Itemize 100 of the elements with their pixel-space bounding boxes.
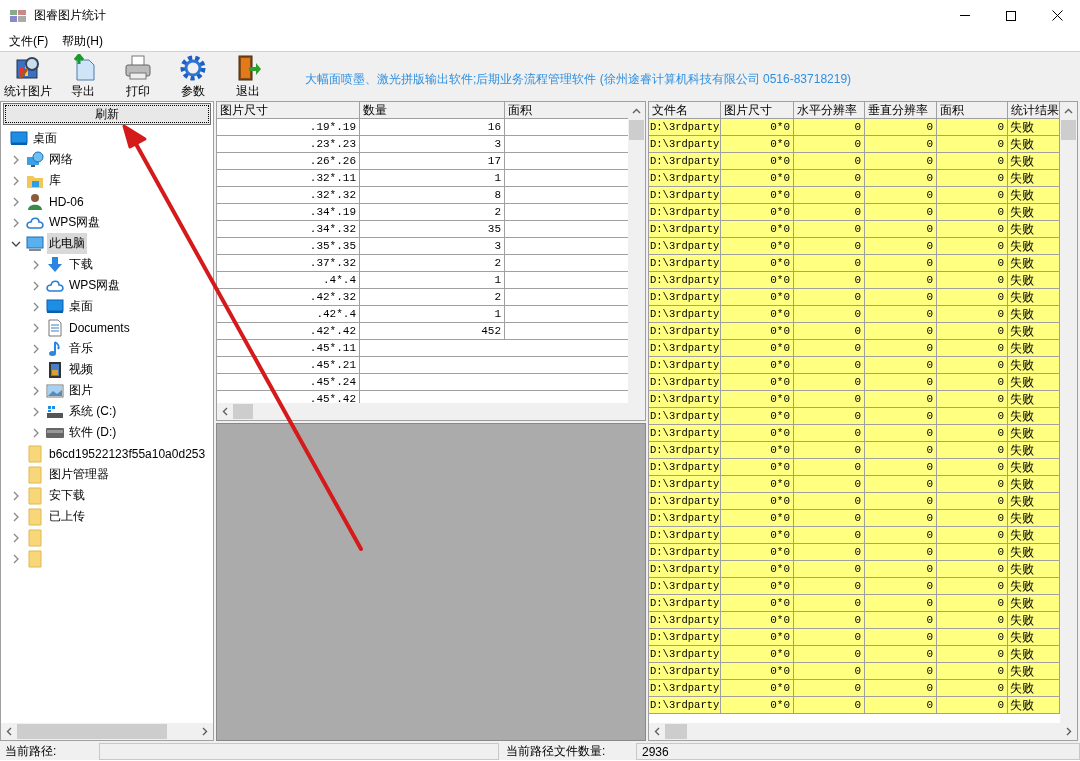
table-cell: 失败 bbox=[1008, 646, 1060, 662]
maximize-icon[interactable] bbox=[1006, 10, 1016, 21]
scrollbar-thumb[interactable] bbox=[665, 724, 687, 739]
table-cell: 失败 bbox=[1008, 306, 1060, 322]
tree-item[interactable]: 软件 (D:) bbox=[67, 422, 119, 443]
column-header[interactable]: 水平分辨率 bbox=[794, 102, 865, 118]
scrollbar-thumb[interactable] bbox=[629, 120, 644, 140]
table-cell: D:\3rdparty bbox=[649, 527, 721, 543]
tree-item[interactable]: 视频 bbox=[67, 359, 95, 380]
column-header[interactable]: 图片尺寸 bbox=[721, 102, 794, 118]
scroll-up-icon[interactable] bbox=[632, 108, 641, 114]
table-cell: 0*0 bbox=[721, 663, 794, 679]
tree-item[interactable]: 此电脑 bbox=[47, 233, 87, 254]
table-cell: 失败 bbox=[1008, 527, 1060, 543]
menu-item[interactable]: 文件(F) bbox=[2, 32, 56, 50]
tree-item[interactable]: 音乐 bbox=[67, 338, 95, 359]
tree-item[interactable]: HD-06 bbox=[47, 192, 86, 211]
table-cell: D:\3rdparty bbox=[649, 459, 721, 475]
table-cell: .37*.32 bbox=[217, 255, 360, 271]
tree-item[interactable]: 桌面 bbox=[31, 128, 59, 149]
tree-item[interactable]: WPS网盘 bbox=[67, 275, 123, 296]
scroll-right-icon[interactable] bbox=[202, 727, 208, 736]
tree-item[interactable]: 图片 bbox=[67, 380, 95, 401]
table-cell: D:\3rdparty bbox=[649, 595, 721, 611]
table-cell: 0 bbox=[865, 425, 937, 441]
table-cell: 0 bbox=[865, 357, 937, 373]
scroll-left-icon[interactable] bbox=[6, 727, 12, 736]
table-cell: .19*.19 bbox=[217, 119, 360, 135]
tree-item[interactable]: 图片管理器 bbox=[47, 464, 111, 485]
table-cell: 失败 bbox=[1008, 187, 1060, 203]
vertical-scrollbar[interactable] bbox=[628, 102, 645, 403]
table-cell: D:\3rdparty bbox=[649, 561, 721, 577]
tree-item[interactable]: b6cd19522123f55a10a0d253 bbox=[47, 444, 208, 463]
table-cell: 0 bbox=[937, 408, 1008, 424]
scroll-left-icon[interactable] bbox=[222, 407, 228, 416]
table-cell: .42*.42 bbox=[217, 323, 360, 339]
table-cell: .45*.21 bbox=[217, 357, 360, 373]
table-cell: 0 bbox=[865, 442, 937, 458]
scrollbar-thumb[interactable] bbox=[1061, 120, 1076, 140]
table-cell: 0 bbox=[937, 204, 1008, 220]
toolbar-button[interactable]: 打印 bbox=[110, 52, 165, 101]
toolbar-button[interactable]: 退出 bbox=[220, 52, 275, 101]
table-cell: 0*0 bbox=[721, 391, 794, 407]
table-cell: 失败 bbox=[1008, 680, 1060, 696]
table-cell: 0 bbox=[865, 272, 937, 288]
tree-item[interactable]: Documents bbox=[67, 318, 132, 337]
table-cell: 0 bbox=[794, 612, 865, 628]
scroll-right-icon[interactable] bbox=[1066, 727, 1072, 736]
column-header[interactable]: 面积 bbox=[937, 102, 1008, 118]
refresh-button[interactable]: 刷新 bbox=[3, 103, 211, 125]
table-cell: 失败 bbox=[1008, 595, 1060, 611]
folder-icon bbox=[26, 444, 44, 463]
table-cell: 0 bbox=[865, 476, 937, 492]
table-cell: 0 bbox=[794, 136, 865, 152]
table-cell: 0 bbox=[794, 595, 865, 611]
table-cell: 35 bbox=[360, 221, 505, 237]
table-cell: 失败 bbox=[1008, 170, 1060, 186]
toolbar-button[interactable]: 参数 bbox=[165, 52, 220, 101]
tree-item[interactable]: 已上传 bbox=[47, 506, 87, 527]
scroll-left-icon[interactable] bbox=[654, 727, 660, 736]
table-cell: 0 bbox=[794, 170, 865, 186]
scrollbar-thumb[interactable] bbox=[17, 724, 167, 739]
horizontal-scrollbar[interactable] bbox=[217, 403, 645, 420]
toolbar-button[interactable]: 导出 bbox=[55, 52, 110, 101]
column-header[interactable]: 文件名 bbox=[649, 102, 721, 118]
table-cell: 0 bbox=[865, 612, 937, 628]
table-cell: 0 bbox=[865, 510, 937, 526]
table-cell: 失败 bbox=[1008, 544, 1060, 560]
table-cell: D:\3rdparty bbox=[649, 510, 721, 526]
table-cell: 0 bbox=[937, 646, 1008, 662]
tree-item[interactable]: 桌面 bbox=[67, 296, 95, 317]
table-cell: 0 bbox=[794, 561, 865, 577]
folder-icon bbox=[26, 465, 44, 484]
scrollbar-thumb[interactable] bbox=[233, 404, 253, 419]
table-cell: 0 bbox=[794, 238, 865, 254]
table-cell: 0 bbox=[865, 493, 937, 509]
table-cell: 0*0 bbox=[721, 204, 794, 220]
scroll-up-icon[interactable] bbox=[1064, 108, 1073, 114]
column-header[interactable]: 图片尺寸 bbox=[217, 102, 360, 118]
table-cell: D:\3rdparty bbox=[649, 289, 721, 305]
tree-item[interactable]: 网络 bbox=[47, 149, 75, 170]
column-header[interactable]: 数量 bbox=[360, 102, 505, 118]
menu-item[interactable]: 帮助(H) bbox=[55, 32, 110, 50]
tree-item[interactable]: 系统 (C:) bbox=[67, 401, 119, 422]
tree-item[interactable]: 安下载 bbox=[47, 485, 87, 506]
tree-item[interactable]: WPS网盘 bbox=[47, 212, 103, 233]
vertical-scrollbar[interactable] bbox=[1060, 102, 1077, 723]
table-cell: 0 bbox=[937, 476, 1008, 492]
table-cell: 0 bbox=[937, 510, 1008, 526]
table-cell: 0 bbox=[794, 442, 865, 458]
tree-item[interactable]: 库 bbox=[47, 170, 63, 191]
tree-item[interactable]: 下载 bbox=[67, 254, 95, 275]
close-icon[interactable] bbox=[1051, 10, 1063, 21]
toolbar-button[interactable]: 统计图片 bbox=[0, 52, 55, 101]
table-cell: 1 bbox=[360, 306, 505, 322]
horizontal-scrollbar[interactable] bbox=[1, 723, 213, 740]
horizontal-scrollbar[interactable] bbox=[649, 723, 1077, 740]
table-cell: 0 bbox=[865, 374, 937, 390]
table-cell: 0*0 bbox=[721, 153, 794, 169]
column-header[interactable]: 垂直分辨率 bbox=[865, 102, 937, 118]
